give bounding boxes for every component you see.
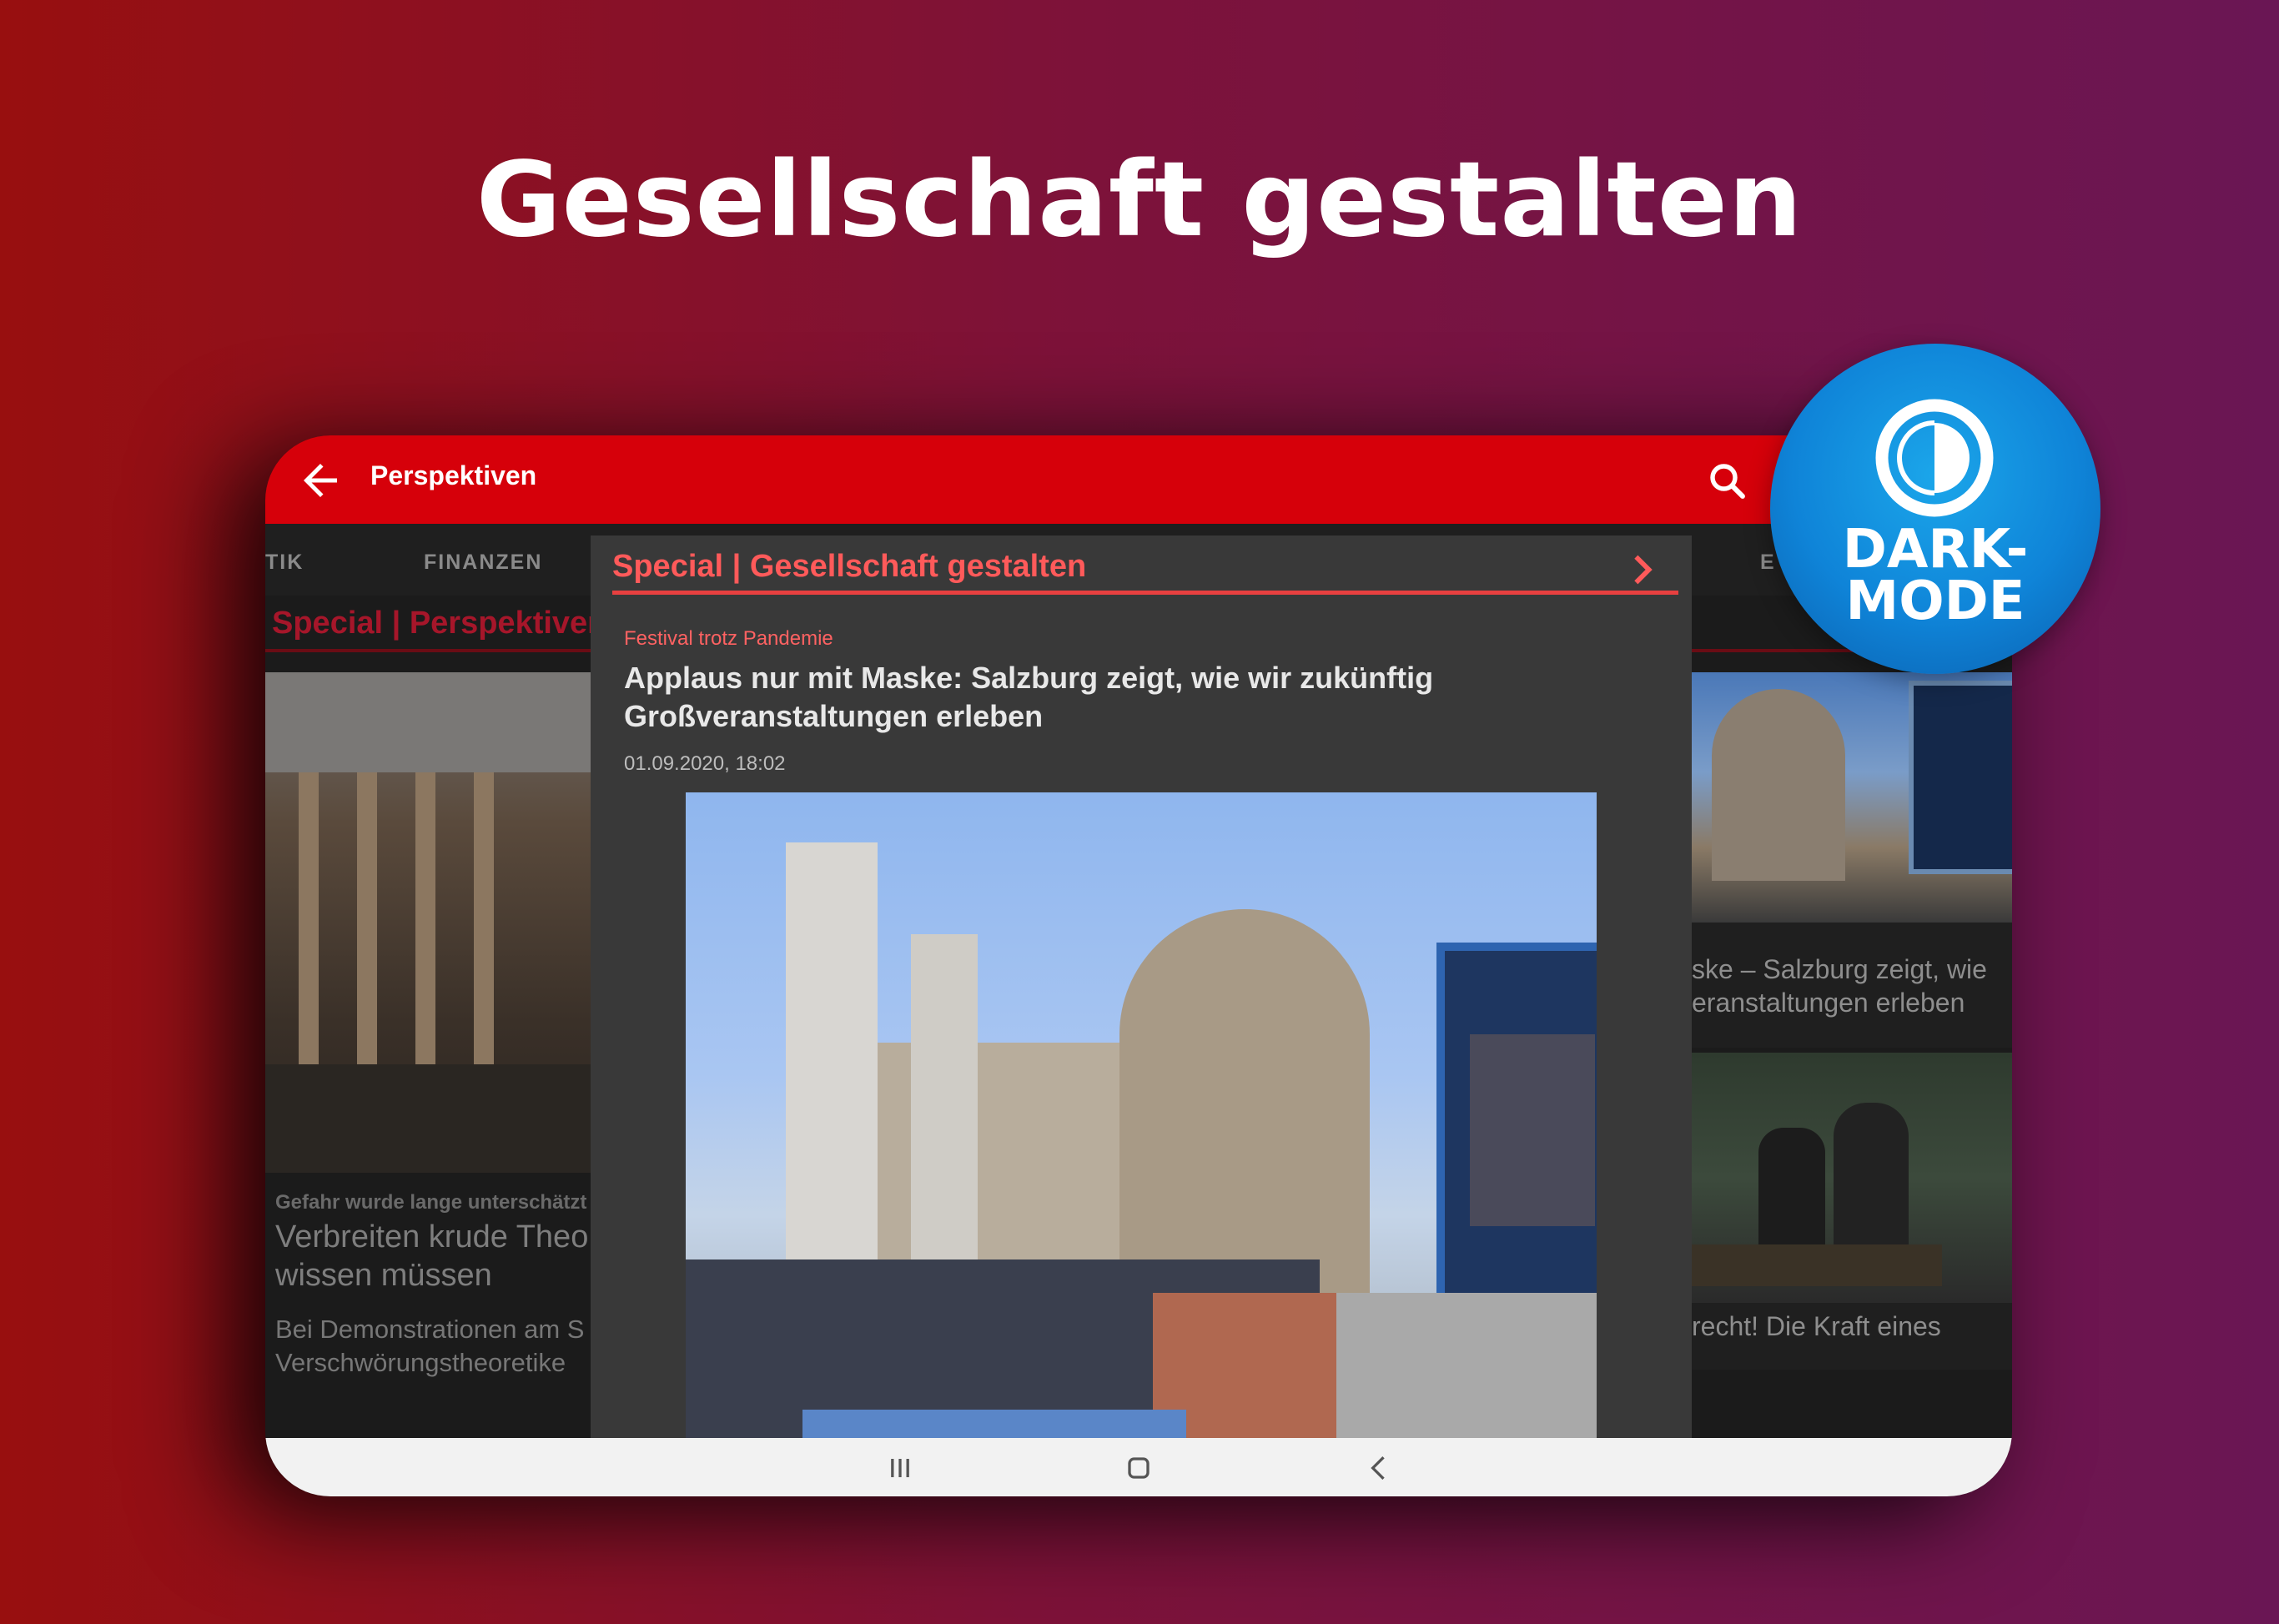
- feed-section-title: Special | Perspektiven: [272, 606, 607, 641]
- badge-line-1: DARK-: [1842, 519, 2029, 581]
- photo-crowd: [265, 1064, 591, 1173]
- tab-finanzen[interactable]: FINANZEN: [424, 551, 542, 575]
- photo-column: [415, 772, 435, 1098]
- photo-table: [1692, 1244, 1942, 1286]
- back-chevron-icon[interactable]: [1358, 1450, 1400, 1486]
- feed-card-right-1[interactable]: ske – Salzburg zeigt, wie eranstaltungen…: [1692, 672, 2012, 1048]
- tab-politik[interactable]: TIK: [265, 551, 304, 575]
- badge-label: DARK- MODE: [1770, 519, 2100, 632]
- special-dialog: Special | Gesellschaft gestalten Festiva…: [591, 535, 1692, 1496]
- article-date: 01.09.2020, 18:02: [624, 752, 786, 775]
- photo-column: [357, 772, 377, 1098]
- dark-mode-badge: DARK- MODE: [1770, 344, 2100, 674]
- card-kicker: Gefahr wurde lange unterschätzt: [275, 1191, 587, 1214]
- contrast-icon: [1875, 399, 1994, 517]
- chevron-right-icon[interactable]: [1623, 549, 1662, 591]
- dialog-title[interactable]: Special | Gesellschaft gestalten: [612, 549, 1086, 585]
- card-teaser: Bei Demonstrationen am S Verschwörungsth…: [275, 1315, 585, 1377]
- article-image[interactable]: [686, 792, 1597, 1496]
- app-bar-title: Perspektiven: [370, 460, 537, 490]
- card-title: recht! Die Kraft eines: [1692, 1311, 1941, 1341]
- salzburg-photo-thumb: [1692, 672, 2012, 923]
- article-kicker: Festival trotz Pandemie: [624, 627, 833, 650]
- image-rotunda: [1119, 909, 1370, 1293]
- tablet-screen: Perspektiven TIK FINANZEN E Special | Pe…: [265, 435, 2012, 1496]
- card-title: ske – Salzburg zeigt, wie eranstaltungen…: [1692, 954, 1987, 1018]
- promo-headline: Gesellschaft gestalten: [475, 140, 1804, 260]
- article-title[interactable]: Applaus nur mit Maske: Salzburg zeigt, w…: [624, 659, 1625, 736]
- app-bar: Perspektiven: [265, 435, 2012, 524]
- card-title: Verbreiten krude Theo wissen müssen: [275, 1219, 589, 1293]
- feed-card-right-2[interactable]: recht! Die Kraft eines: [1692, 1053, 2012, 1370]
- arrow-left-icon[interactable]: [295, 455, 345, 505]
- search-icon[interactable]: [1705, 459, 1750, 504]
- recents-icon[interactable]: [879, 1450, 921, 1486]
- photo-column: [474, 772, 494, 1098]
- photo-screen: [1909, 681, 2012, 874]
- feed-card-left[interactable]: Gefahr wurde lange unterschätzt Verbreit…: [265, 672, 591, 1390]
- image-tower: [911, 934, 978, 1293]
- reichstag-photo: [265, 672, 591, 1173]
- photo-rotunda: [1712, 689, 1845, 881]
- badge-line-2: MODE: [1845, 571, 2025, 632]
- system-nav-bar: [265, 1438, 2012, 1496]
- home-icon[interactable]: [1118, 1450, 1160, 1486]
- image-screen-content: [1470, 1034, 1595, 1226]
- dialog-divider: [612, 591, 1678, 595]
- historic-photo-thumb: [1692, 1053, 2012, 1303]
- photo-column: [299, 772, 319, 1098]
- image-tower: [786, 842, 878, 1293]
- photo-sky: [265, 672, 591, 772]
